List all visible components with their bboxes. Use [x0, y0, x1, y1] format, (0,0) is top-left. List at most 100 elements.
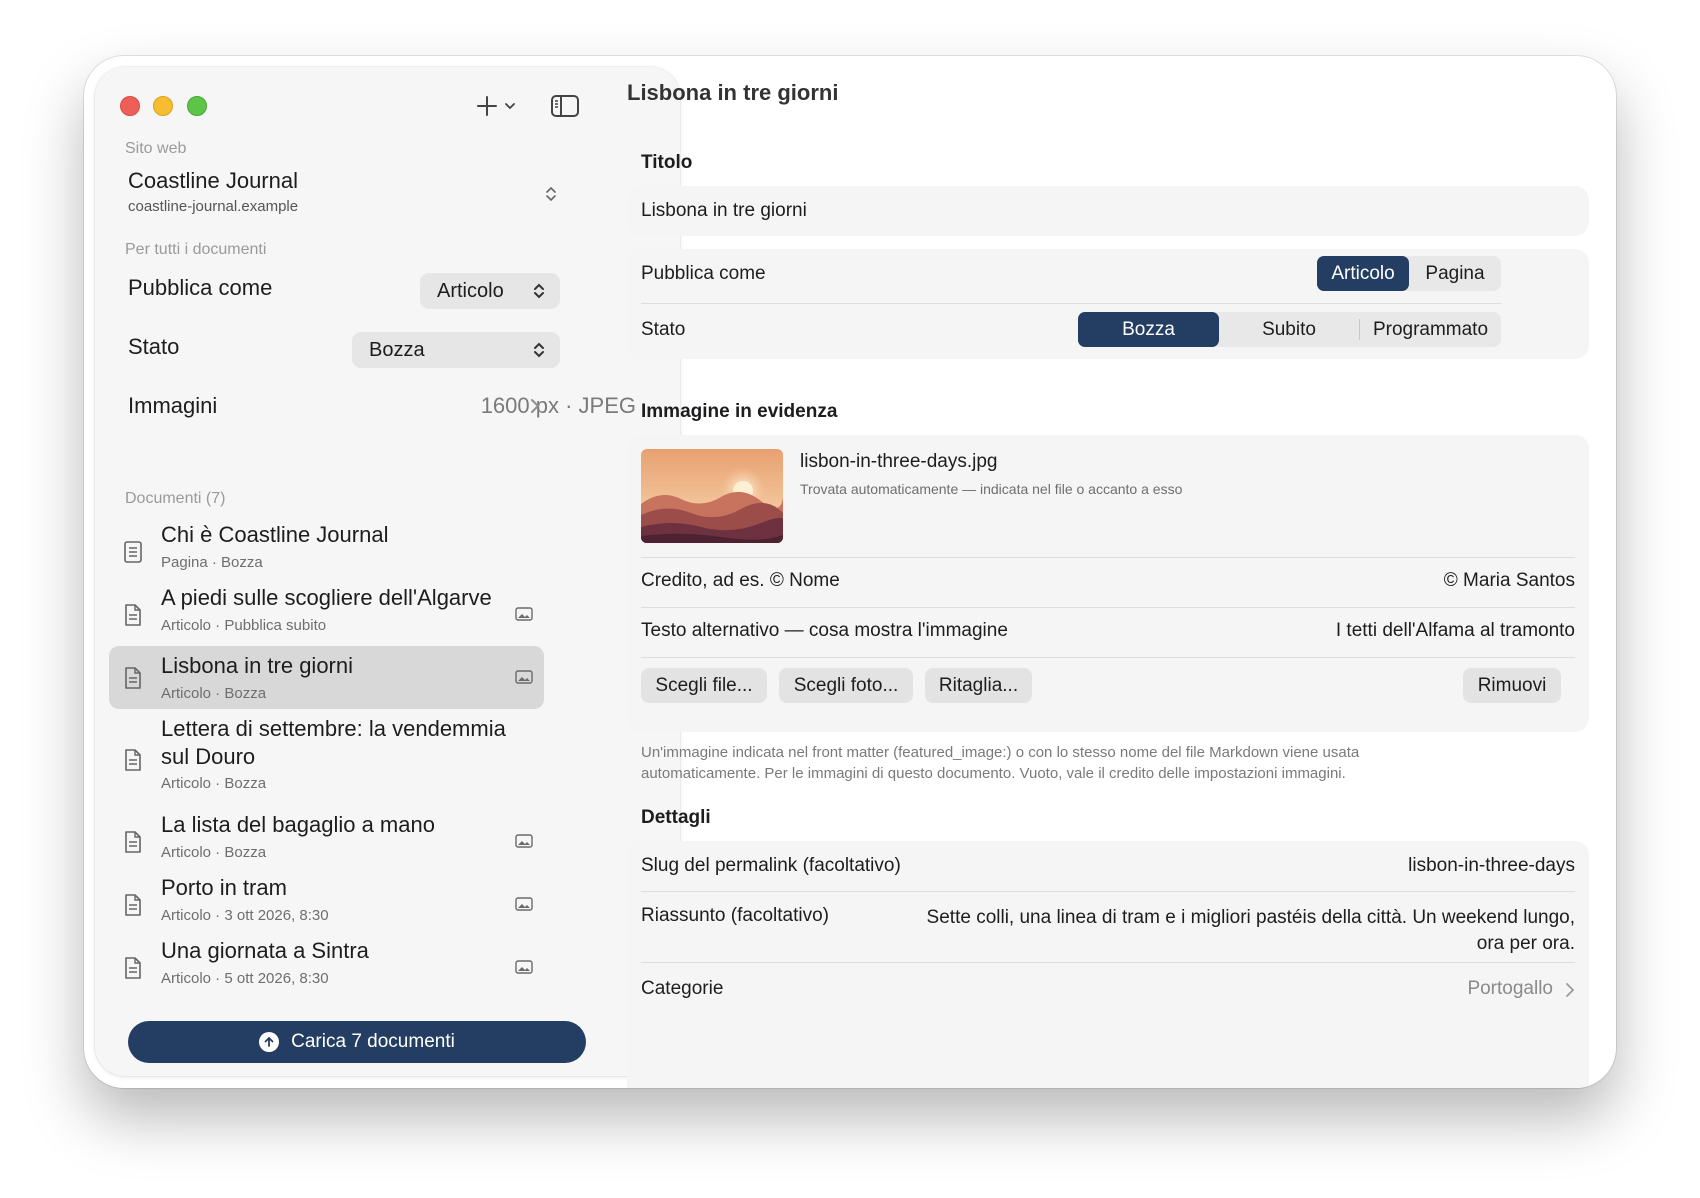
publish-as-value: Articolo	[437, 279, 504, 302]
segment-bozza[interactable]: Bozza	[1078, 312, 1219, 347]
categories-value[interactable]: Portogallo	[1467, 978, 1553, 1000]
document-meta: Articolo · Bozza	[161, 685, 267, 702]
toggle-sidebar-button[interactable]	[547, 89, 583, 123]
document-item[interactable]: Lettera di settembre: la vendemmia sul D…	[109, 715, 544, 805]
publish-as-label: Pubblica come	[641, 263, 766, 284]
site-name[interactable]: Coastline Journal	[128, 168, 298, 194]
image-found-note: Trovata automaticamente — indicata nel f…	[800, 481, 1183, 497]
document-meta: Pagina · Bozza	[161, 554, 263, 571]
chevron-down-icon	[505, 103, 515, 110]
remove-button[interactable]: Rimuovi	[1463, 668, 1561, 703]
segment-pagina[interactable]: Pagina	[1409, 256, 1501, 291]
document-title-line-1: Lettera di settembre: la vendemmia	[161, 716, 506, 741]
updown-chevron-icon	[534, 342, 544, 358]
document-item[interactable]: Una giornata a Sintra Articolo · 5 ott 2…	[109, 936, 544, 999]
upload-arrow-icon	[259, 1032, 280, 1052]
image-icon	[515, 960, 533, 974]
crop-button[interactable]: Ritaglia...	[925, 668, 1032, 703]
document-title-line-2: sul Douro	[161, 744, 256, 769]
divider	[641, 557, 1575, 558]
document-title: Lisbona in tre giorni	[161, 653, 354, 678]
title-section-heading: Titolo	[641, 152, 693, 173]
article-document-icon	[125, 894, 141, 916]
documents-section-label: Documenti (7)	[125, 490, 226, 507]
site-switcher-icon[interactable]	[541, 184, 561, 204]
document-meta: Articolo · Bozza	[161, 844, 267, 861]
details-card: Slug del permalink (facoltativo) lisbon-…	[627, 841, 1589, 1088]
featured-image-helper-text: Un'immagine indicata nel front matter (f…	[641, 742, 1541, 784]
status-label: Stato	[641, 319, 686, 340]
segment-subito[interactable]: Subito	[1219, 312, 1359, 347]
featured-image-card: lisbon-in-three-days.jpg Trovata automat…	[627, 435, 1589, 732]
updown-chevron-icon	[534, 283, 544, 299]
window-title: Lisbona in tre giorni	[627, 80, 839, 105]
image-icon	[515, 834, 533, 848]
document-title: Porto in tram	[161, 875, 287, 900]
document-title: Chi è Coastline Journal	[161, 522, 389, 547]
minimize-window-button[interactable]	[153, 96, 173, 116]
featured-image-thumbnail[interactable]	[641, 449, 783, 543]
featured-image-section-heading: Immagine in evidenza	[641, 401, 838, 422]
helper-line-2: automaticamente. Per le immagini di ques…	[641, 765, 1346, 782]
summary-line-2: ora per ora.	[1476, 933, 1575, 954]
publish-as-popup[interactable]: Articolo	[420, 273, 560, 309]
divider	[641, 891, 1575, 892]
status-segmented-control: Bozza Subito Programmato	[1078, 312, 1501, 347]
status-value: Bozza	[369, 338, 425, 361]
images-label: Immagini	[128, 393, 218, 418]
document-item[interactable]: La lista del bagaglio a mano Articolo · …	[109, 810, 544, 873]
document-title: La lista del bagaglio a mano	[161, 812, 435, 837]
close-window-button[interactable]	[120, 96, 140, 116]
add-menu-button[interactable]	[470, 89, 522, 123]
app-window: Sito web Coastline Journal coastline-jou…	[84, 56, 1616, 1088]
article-document-icon	[125, 604, 141, 626]
segment-articolo[interactable]: Articolo	[1317, 256, 1409, 291]
images-settings-value[interactable]: 1600 px · JPEG	[481, 393, 636, 419]
title-field[interactable]: Lisbona in tre giorni	[627, 186, 1589, 236]
article-document-icon	[125, 957, 141, 979]
credit-value[interactable]: © Maria Santos	[1444, 570, 1575, 592]
document-item[interactable]: Chi è Coastline Journal Pagina · Bozza	[109, 520, 544, 583]
slug-label: Slug del permalink (facoltativo)	[641, 855, 901, 876]
chevron-right-icon	[531, 399, 540, 413]
image-icon	[515, 670, 533, 684]
alt-text-value[interactable]: I tetti dell'Alfama al tramonto	[1336, 620, 1575, 642]
document-meta: Articolo · 3 ott 2026, 8:30	[161, 907, 329, 924]
article-document-icon	[125, 831, 141, 853]
document-item-selected[interactable]: Lisbona in tre giorni Articolo · Bozza	[109, 646, 544, 709]
chevron-right-icon	[1566, 983, 1575, 997]
details-section-heading: Dettagli	[641, 807, 711, 828]
publish-as-segmented-control: Articolo Pagina	[1317, 256, 1501, 291]
article-document-icon	[125, 749, 141, 771]
page-document-icon	[124, 541, 142, 563]
summary-line-1: Sette colli, una linea di tram e i migli…	[926, 907, 1575, 928]
summary-value[interactable]: Sette colli, una linea di tram e i migli…	[915, 905, 1575, 957]
choose-file-button[interactable]: Scegli file...	[641, 668, 767, 703]
upload-documents-button[interactable]: Carica 7 documenti	[128, 1021, 586, 1063]
divider	[641, 657, 1575, 658]
choose-photo-button[interactable]: Scegli foto...	[779, 668, 913, 703]
website-section-label: Sito web	[125, 140, 187, 157]
document-meta: Articolo · Pubblica subito	[161, 617, 327, 634]
site-url: coastline-journal.example	[128, 198, 299, 215]
document-meta: Articolo · 5 ott 2026, 8:30	[161, 970, 329, 987]
title-input-value: Lisbona in tre giorni	[641, 200, 807, 221]
zoom-window-button[interactable]	[187, 96, 207, 116]
publish-as-label: Pubblica come	[128, 275, 273, 300]
sidebar: Sito web Coastline Journal coastline-jou…	[95, 67, 680, 1076]
upload-button-label: Carica 7 documenti	[291, 1031, 455, 1052]
segment-programmato[interactable]: Programmato	[1360, 312, 1501, 347]
divider	[641, 607, 1575, 608]
summary-label: Riassunto (facoltativo)	[641, 905, 829, 926]
slug-value[interactable]: lisbon-in-three-days	[1408, 855, 1575, 877]
publish-settings-card: Pubblica come Articolo Pagina Stato Bozz…	[627, 249, 1589, 359]
helper-line-1: Un'immagine indicata nel front matter (f…	[641, 744, 1360, 761]
alt-text-label: Testo alternativo — cosa mostra l'immagi…	[641, 620, 1008, 641]
sidebar-icon	[551, 95, 579, 117]
status-popup[interactable]: Bozza	[352, 332, 560, 368]
categories-label: Categorie	[641, 978, 724, 999]
status-label: Stato	[128, 334, 180, 359]
article-document-icon	[125, 667, 141, 689]
document-item[interactable]: A piedi sulle scogliere dell'Algarve Art…	[109, 583, 544, 646]
document-item[interactable]: Porto in tram Articolo · 3 ott 2026, 8:3…	[109, 873, 544, 936]
